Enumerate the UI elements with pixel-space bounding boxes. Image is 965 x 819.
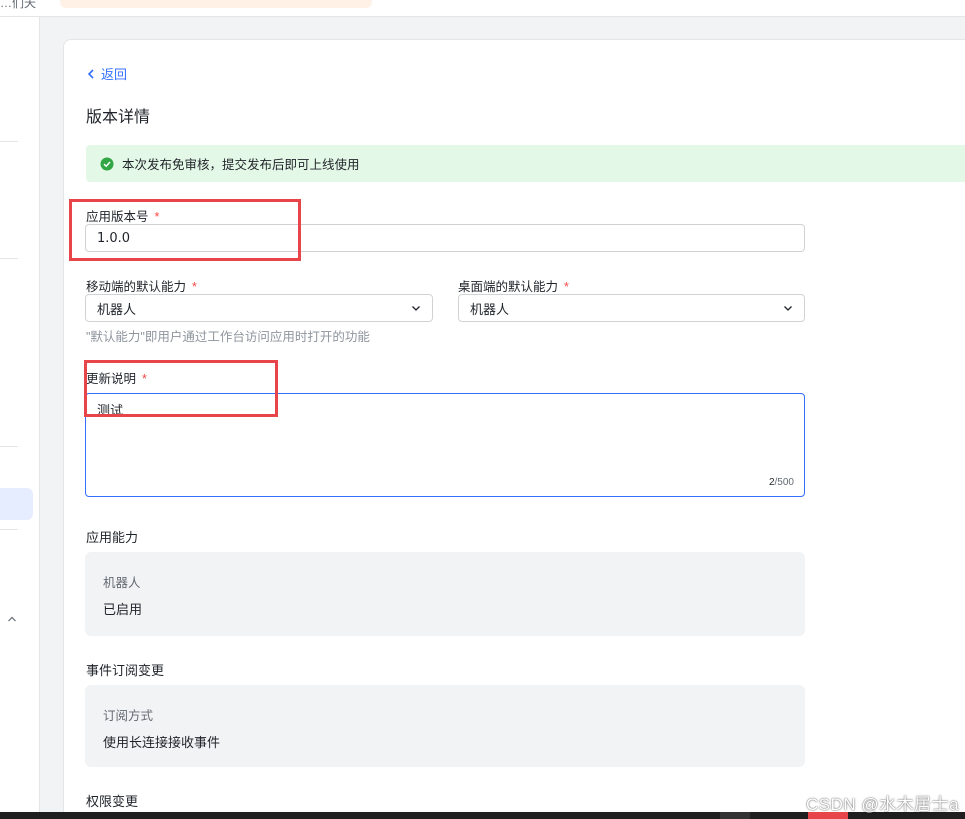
events-title: 事件订阅变更 xyxy=(86,663,165,678)
default-capability-hint: "默认能力"即用户通过工作台访问应用时打开的功能 xyxy=(86,330,370,344)
mobile-default-label: 移动端的默认能力 * xyxy=(86,276,197,295)
chevron-down-icon xyxy=(412,306,420,311)
notice-text: 本次发布免审核，提交发布后即可上线使用 xyxy=(122,158,360,172)
mobile-default-select[interactable]: 机器人 xyxy=(85,294,433,322)
mobile-default-label-text: 移动端的默认能力 xyxy=(86,280,187,294)
highlight-box-update-notes xyxy=(84,360,278,417)
sidebar-divider xyxy=(0,529,18,530)
desktop-default-select[interactable]: 机器人 xyxy=(458,294,805,322)
watermark: CSDN @水木居士a xyxy=(806,795,960,814)
chevron-down-icon xyxy=(784,306,792,311)
sidebar-divider xyxy=(0,258,18,259)
capability-status: 已启用 xyxy=(103,602,143,617)
taskbar-item xyxy=(720,812,750,819)
back-link[interactable]: 返回 xyxy=(86,64,127,83)
left-sidebar xyxy=(0,17,40,813)
sidebar-divider xyxy=(0,141,18,142)
required-mark: * xyxy=(192,280,197,294)
subscription-method-label: 订阅方式 xyxy=(103,709,154,723)
sidebar-item-active[interactable] xyxy=(0,488,33,520)
top-bar: …们天 xyxy=(0,0,965,17)
sidebar-divider xyxy=(0,446,18,447)
permissions-title: 权限变更 xyxy=(86,794,139,809)
capabilities-box: 机器人 已启用 xyxy=(85,552,805,636)
desktop-default-label: 桌面端的默认能力 * xyxy=(458,276,569,295)
highlight-box-version xyxy=(69,199,301,261)
capabilities-title: 应用能力 xyxy=(86,530,139,545)
mobile-default-value: 机器人 xyxy=(97,301,137,317)
chevron-up-icon[interactable] xyxy=(6,613,18,625)
back-label: 返回 xyxy=(101,67,128,82)
topbar-fragment: …们天 xyxy=(0,0,37,10)
desktop-default-value: 机器人 xyxy=(470,301,510,317)
char-counter: 2/500 xyxy=(769,477,794,488)
page-title: 版本详情 xyxy=(86,109,151,126)
check-circle-icon xyxy=(100,157,114,171)
events-box: 订阅方式 使用长连接接收事件 xyxy=(85,685,805,767)
chevron-left-icon xyxy=(87,68,94,79)
desktop-default-label-text: 桌面端的默认能力 xyxy=(458,280,559,294)
capability-name: 机器人 xyxy=(103,576,141,590)
notice-banner: 本次发布免审核，提交发布后即可上线使用 xyxy=(86,145,965,182)
topbar-banner xyxy=(60,0,372,8)
char-max: /500 xyxy=(774,477,794,488)
subscription-method-value: 使用长连接接收事件 xyxy=(103,735,221,750)
required-mark: * xyxy=(564,280,569,294)
